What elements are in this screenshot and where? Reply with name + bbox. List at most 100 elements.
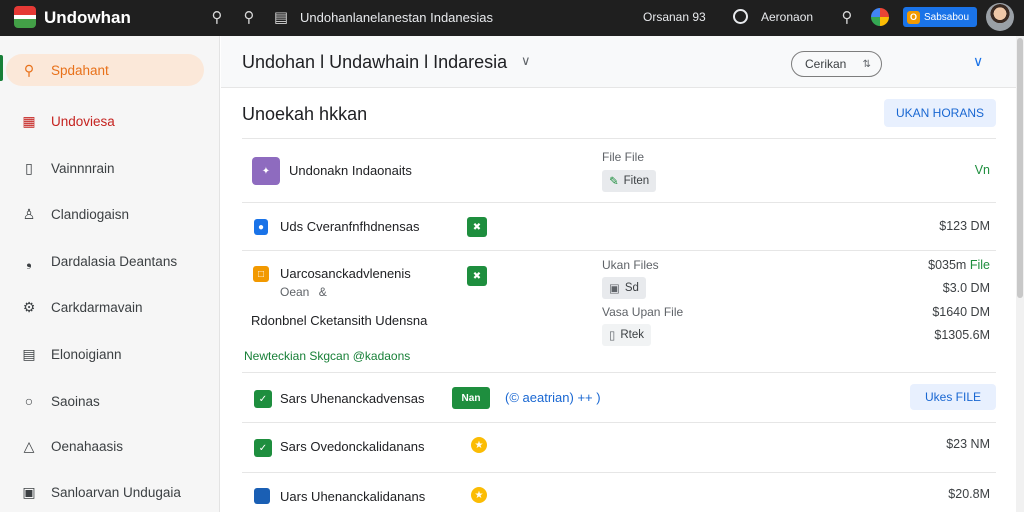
row-price: $035m File [928, 258, 990, 272]
document-title: Undohanlanelanestan Indanesias [300, 10, 493, 25]
row-title: Uarcosanckadvlenenis [280, 266, 411, 281]
app-brand-name: Undowhan [44, 8, 131, 27]
drop-icon: ● [254, 219, 268, 235]
row-price: $1640 DM [932, 305, 990, 319]
sidebar-item-clandiogaisn[interactable]: ♙ Clandiogaisn [6, 198, 204, 230]
check-icon: ✓ [254, 390, 272, 408]
active-marker [0, 55, 3, 81]
sidebar-item-oenahaasis[interactable]: △ Oenahaasis [6, 430, 204, 462]
sidebar-item-saoinas[interactable]: ○ Saoinas [6, 385, 204, 417]
check-icon: ✓ [254, 439, 272, 457]
sidebar-item-vainnnrain[interactable]: ▯ Vainnnrain [6, 152, 204, 184]
row-price: $1305.6M [934, 328, 990, 342]
row-price: $20.8M [948, 487, 990, 501]
row-title: Undonakn Indaonaits [289, 163, 412, 178]
row-action-link[interactable]: (© aeatrian) ++ ) [505, 390, 601, 405]
sidebar-item-undoviesa[interactable]: ▦ Undoviesa [6, 105, 204, 137]
sidebar-item-label: Sanloarvan Undugaia [51, 484, 181, 500]
app-logo-icon[interactable] [14, 6, 36, 28]
document-icon[interactable]: ▤ [272, 8, 290, 26]
folder-icon: □ [253, 266, 269, 282]
sidebar-item-label: Elonoigiann [51, 346, 122, 362]
search-icon: ⚲ [23, 61, 35, 78]
spreadsheet-icon: ✖ [467, 266, 487, 286]
main-panel: Undohan l Undawhain l Indaresia ∨ Cerika… [221, 36, 1016, 512]
filter-dropdown[interactable]: Cerikan ⇅ [791, 51, 882, 77]
grid-icon: ▦ [22, 112, 36, 129]
star-icon: ★ [471, 487, 487, 503]
tag-badge: Nan [452, 387, 490, 409]
row-link[interactable]: Newteckian Skgcan @kadaons [244, 349, 410, 363]
sidebar-item-elonoigiann[interactable]: ▤ Elonoigiann [6, 338, 204, 370]
status-text: Orsanan 93 [643, 10, 706, 24]
file-chip-label: Sd [624, 282, 639, 294]
app-icon: ✦ [252, 157, 280, 185]
search-icon[interactable]: ⚲ [838, 8, 856, 26]
location-icon: ○ [24, 393, 34, 409]
spreadsheet-icon: ✖ [467, 217, 487, 237]
sidebar-item-label: Saoinas [51, 393, 100, 409]
file-chip-label: Rtek [620, 329, 644, 341]
avatar[interactable] [986, 3, 1014, 31]
file-chip[interactable]: ▯ Rtek [602, 324, 651, 346]
badge-label: Sabsabou [924, 11, 970, 23]
sidebar-item-label: Spdahant [51, 62, 109, 78]
chevron-down-icon[interactable]: ∨ [521, 53, 531, 69]
gear-icon: ⚙ [22, 298, 36, 315]
bell-icon: △ [23, 437, 35, 454]
door-icon: ▯ [25, 159, 33, 176]
apps-icon[interactable] [871, 8, 889, 26]
list-item[interactable]: Uars Uhenanckalidanans ★ $20.8M [242, 472, 996, 512]
account-label[interactable]: Aeronaon [761, 10, 813, 24]
list-item[interactable]: □ Uarcosanckadvlenenis Oean & ✖ Rdonbnel… [242, 250, 996, 372]
circle-icon[interactable] [733, 9, 748, 24]
row-title: Sars Ovedonckalidanans [280, 439, 425, 454]
row-price-suffix: File [969, 258, 990, 272]
list-item[interactable]: ● Uds Cveranfnfhdnensas ✖ $123 DM [242, 202, 996, 250]
page-title: Undohan l Undawhain l Indaresia [242, 52, 508, 72]
file-chip[interactable]: ▣ Sd [602, 277, 646, 299]
scrollbar-thumb[interactable] [1017, 38, 1023, 298]
row-title: Uds Cveranfnfhdnensas [280, 219, 420, 234]
file-chip[interactable]: ✎ Fiten [602, 170, 657, 192]
section-title: Unoekah hkkan [242, 104, 368, 124]
sidebar-item-label: Clandiogaisn [51, 206, 130, 222]
sidebar-item-label: Oenahaasis [51, 438, 124, 454]
top-bar: Undowhan ⚲ ⚲ ▤ Undohanlanelanestan Indan… [0, 0, 1024, 36]
sort-icon: ⇅ [862, 58, 871, 70]
row-subtitle-icon: & [318, 285, 327, 299]
star-icon: ★ [471, 437, 487, 453]
sidebar-item-dardalasia[interactable]: ❟ Dardalasia Deantans [6, 245, 204, 277]
pin-icon: ❟ [26, 252, 32, 269]
file-label: Vasa Upan File [602, 305, 684, 319]
section-action-button[interactable]: UKAN HORANS [884, 99, 996, 127]
sidebar-item-label: Vainnnrain [51, 160, 115, 176]
lightbulb-icon[interactable]: ⚲ [208, 8, 226, 26]
row-price-value: $035m [928, 258, 967, 272]
row-price: $123 DM [939, 219, 990, 233]
row-price: $23 NM [946, 437, 990, 451]
status-text: Vn [974, 163, 990, 177]
files-label: Ukan Files [602, 258, 659, 272]
edit-icon: ✎ [609, 176, 619, 188]
file-label: File File [602, 150, 645, 164]
filter-label: Cerikan [805, 57, 847, 71]
pin-icon[interactable]: ⚲ [240, 8, 258, 26]
sidebar-item-carkdarmavain[interactable]: ⚙ Carkdarmavain [6, 291, 204, 323]
list-item[interactable]: ✦ Undonakn Indaonaits File File ✎ Fiten … [242, 138, 996, 202]
camera-icon: ▣ [609, 283, 620, 295]
sidebar-item-sanloarvan[interactable]: ▣ Sanloarvan Undugaia [6, 476, 204, 508]
list-item[interactable]: ✓ Sars Ovedonckalidanans ★ $23 NM [242, 422, 996, 472]
badge-letter: O [907, 10, 920, 24]
main-header: Undohan l Undawhain l Indaresia ∨ Cerika… [221, 36, 1016, 88]
row-title: Uars Uhenanckalidanans [280, 489, 426, 504]
file-action-button[interactable]: Ukes FILE [910, 384, 996, 410]
file-chip-label: Fiten [623, 175, 650, 187]
badge-button[interactable]: O Sabsabou [903, 7, 977, 27]
list-item[interactable]: ✓ Sars Uhenanckadvensas Nan (© aeatrian)… [242, 372, 996, 422]
sidebar-item-search[interactable]: ⚲ Spdahant [6, 54, 204, 86]
expand-icon[interactable]: ∨ [973, 53, 983, 70]
row-subtitle-text: Oean [280, 285, 310, 299]
scrollbar[interactable] [1016, 36, 1024, 512]
person-icon: ♙ [22, 205, 36, 222]
